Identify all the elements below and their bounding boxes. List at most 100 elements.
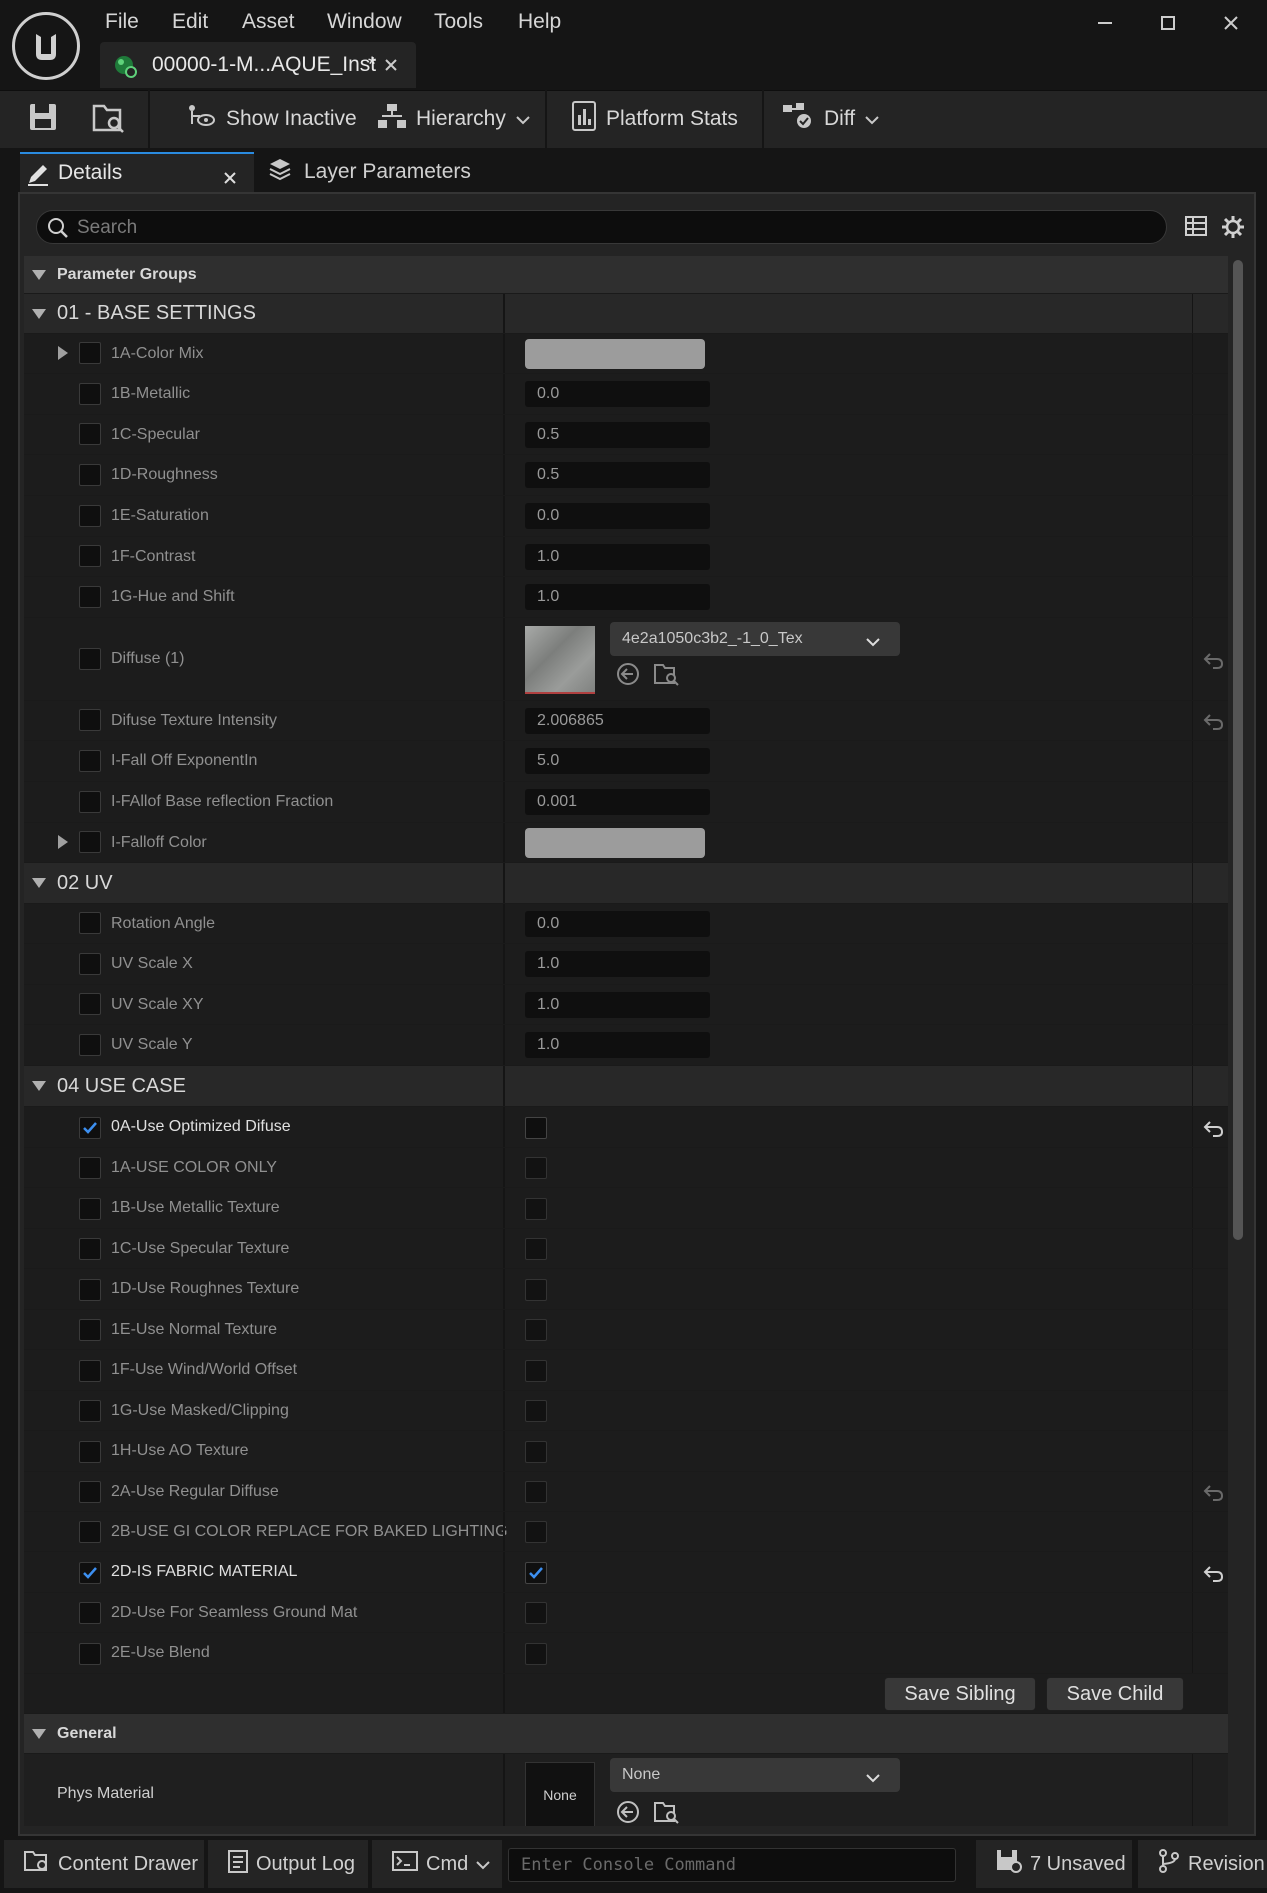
value-field[interactable]: 1.0 [525,992,710,1018]
reset-to-default-icon[interactable] [1202,1116,1226,1140]
table-view-icon[interactable] [1185,215,1207,242]
expand-arrow-icon[interactable] [58,835,68,849]
reset-to-default-icon[interactable] [1202,1561,1226,1585]
param-enable-checkbox[interactable] [79,750,101,772]
browse-asset-icon[interactable] [92,102,126,139]
value-checkbox[interactable] [525,1400,547,1422]
value-field[interactable]: 1.0 [525,1032,710,1058]
param-enable-checkbox[interactable] [79,709,101,731]
menu-help[interactable]: Help [518,10,561,34]
content-drawer-button[interactable]: Content Drawer [4,1840,204,1888]
param-enable-checkbox[interactable] [79,342,101,364]
cmd-dropdown[interactable]: Cmd [372,1840,502,1888]
hierarchy-button[interactable]: Hierarchy [378,90,530,148]
value-checkbox[interactable] [525,1643,547,1665]
param-enable-checkbox[interactable] [79,993,101,1015]
show-inactive-button[interactable]: Show Inactive [186,90,357,148]
unsaved-button[interactable]: 7 Unsaved [976,1840,1132,1888]
param-enable-checkbox[interactable] [79,912,101,934]
minimize-button[interactable] [1085,8,1125,38]
phys-material-dropdown[interactable]: None [610,1758,900,1792]
unreal-logo-icon[interactable] [12,12,80,80]
close-window-button[interactable] [1211,8,1251,38]
param-enable-checkbox[interactable] [79,423,101,445]
value-field[interactable]: 0.0 [525,503,710,529]
value-field[interactable]: 0.5 [525,422,710,448]
phys-material-thumbnail[interactable]: None [525,1762,595,1826]
collapse-arrow-icon[interactable] [32,1081,46,1091]
value-checkbox[interactable] [525,1360,547,1382]
close-tab-icon[interactable] [384,54,398,79]
group-use-case[interactable]: 04 USE CASE [24,1066,1228,1107]
collapse-arrow-icon[interactable] [32,878,46,888]
param-enable-checkbox[interactable] [79,1198,101,1220]
param-enable-checkbox[interactable] [79,586,101,608]
param-enable-checkbox[interactable] [79,1521,101,1543]
value-field[interactable]: 0.0 [525,381,710,407]
collapse-arrow-icon[interactable] [32,1729,46,1739]
value-field[interactable]: 0.0 [525,911,710,937]
menu-window[interactable]: Window [327,10,402,34]
reset-to-default-icon[interactable] [1202,648,1226,672]
browse-asset-icon[interactable] [654,1800,680,1826]
value-checkbox[interactable] [525,1602,547,1624]
browse-asset-icon[interactable] [654,662,680,691]
diff-button[interactable]: Diff [782,90,879,148]
menu-edit[interactable]: Edit [172,10,208,34]
maximize-button[interactable] [1148,8,1188,38]
param-enable-checkbox[interactable] [79,505,101,527]
category-general[interactable]: General [24,1714,1228,1754]
param-enable-checkbox[interactable] [79,791,101,813]
expand-arrow-icon[interactable] [58,346,68,360]
value-field[interactable]: 0.001 [525,789,710,815]
texture-thumbnail[interactable] [525,626,595,694]
category-parameter-groups[interactable]: Parameter Groups [24,256,1228,294]
revision-control-button[interactable]: Revision [1138,1840,1267,1888]
value-checkbox[interactable] [525,1319,547,1341]
value-checkbox[interactable] [525,1117,547,1139]
save-sibling-button[interactable]: Save Sibling [884,1677,1036,1711]
value-field[interactable]: 1.0 [525,544,710,570]
value-checkbox[interactable] [525,1441,547,1463]
param-enable-checkbox[interactable] [79,1034,101,1056]
reset-to-default-icon[interactable] [1202,1480,1226,1504]
param-enable-checkbox[interactable] [79,648,101,670]
param-enable-checkbox[interactable] [79,545,101,567]
output-log-button[interactable]: Output Log [208,1840,368,1888]
value-checkbox[interactable] [525,1279,547,1301]
param-enable-checkbox[interactable] [79,1481,101,1503]
param-enable-checkbox[interactable] [79,1643,101,1665]
tab-details[interactable]: Details [20,152,254,192]
console-command-input[interactable]: Enter Console Command [508,1848,956,1882]
texture-dropdown[interactable]: 4e2a1050c3b2_-1_0_Tex [610,622,900,656]
value-checkbox[interactable] [525,1481,547,1503]
gear-icon[interactable] [1221,215,1245,244]
param-enable-checkbox[interactable] [79,1360,101,1382]
value-checkbox[interactable] [525,1562,547,1584]
param-enable-checkbox[interactable] [79,1117,101,1139]
tab-layer-parameters[interactable]: Layer Parameters [268,152,471,192]
group-base-settings[interactable]: 01 - BASE SETTINGS [24,294,1228,334]
param-enable-checkbox[interactable] [79,1400,101,1422]
param-enable-checkbox[interactable] [79,953,101,975]
group-uv[interactable]: 02 UV [24,863,1228,904]
param-enable-checkbox[interactable] [79,1319,101,1341]
value-field[interactable]: 0.5 [525,462,710,488]
value-field[interactable]: 5.0 [525,748,710,774]
color-swatch[interactable] [525,339,705,369]
value-checkbox[interactable] [525,1238,547,1260]
param-enable-checkbox[interactable] [79,1562,101,1584]
collapse-arrow-icon[interactable] [32,270,46,280]
param-enable-checkbox[interactable] [79,1157,101,1179]
value-field[interactable]: 1.0 [525,951,710,977]
collapse-arrow-icon[interactable] [32,309,46,319]
color-swatch[interactable] [525,828,705,858]
platform-stats-button[interactable]: Platform Stats [572,90,738,148]
value-field[interactable]: 2.006865 [525,708,710,734]
close-tab-icon[interactable] [224,166,236,190]
save-icon[interactable] [28,102,58,137]
menu-asset[interactable]: Asset [242,10,295,34]
search-input[interactable]: Search [36,210,1167,244]
reset-to-default-icon[interactable] [1202,709,1226,733]
document-tab[interactable]: 00000-1-M...AQUE_Inst * [100,42,416,88]
